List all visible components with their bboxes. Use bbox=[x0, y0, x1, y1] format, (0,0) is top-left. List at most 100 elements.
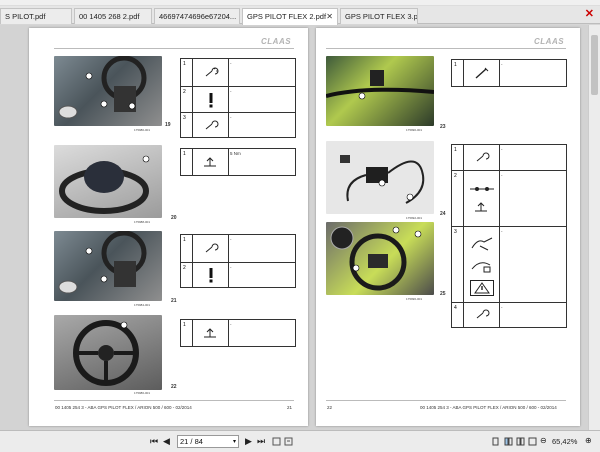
page-input-value: 21 / 84 bbox=[180, 437, 203, 446]
row-number: 2 bbox=[452, 171, 464, 226]
row-text: - bbox=[501, 305, 503, 310]
pdf-viewer-window: S PILOT.pdf 00 1405 268 2.pdf 4669747469… bbox=[0, 0, 600, 452]
tighten-icon bbox=[193, 235, 229, 262]
step-number: 25 bbox=[440, 291, 446, 297]
next-page-icon[interactable]: ▶ bbox=[245, 436, 252, 447]
first-page-icon[interactable]: ⏮ bbox=[150, 436, 158, 447]
tab-46697474[interactable]: 46697474696e67204... bbox=[154, 8, 240, 24]
row-text: 5 Nm bbox=[230, 151, 241, 156]
row-text: - bbox=[230, 89, 232, 94]
row-text: - bbox=[501, 173, 503, 178]
table-row: 1- bbox=[181, 59, 295, 86]
tab-00-1405-268[interactable]: 00 1405 268 2.pdf bbox=[74, 8, 152, 24]
step-number: 24 bbox=[440, 211, 446, 217]
close-tab-icon[interactable]: ✕ bbox=[326, 9, 333, 24]
row-text: - bbox=[501, 62, 503, 67]
row-text: - bbox=[230, 115, 232, 120]
table-row: 2- bbox=[181, 86, 295, 112]
row-text: - bbox=[230, 237, 232, 242]
tighten-icon bbox=[464, 145, 500, 170]
table-row: 3- bbox=[452, 226, 566, 302]
tab-gps-pilot-flex-2[interactable]: GPS PILOT FLEX 2.pdf ✕ bbox=[242, 8, 338, 25]
last-page-icon[interactable]: ⏭ bbox=[257, 436, 265, 447]
zoom-level[interactable]: 65,42% bbox=[552, 437, 577, 446]
row-number: 3 bbox=[452, 227, 464, 302]
row-number: 1 bbox=[452, 60, 464, 86]
chevron-down-icon[interactable]: ▾ bbox=[233, 436, 236, 448]
scroll-thumb[interactable] bbox=[591, 35, 598, 95]
steering-wheel-photo bbox=[58, 231, 147, 294]
cab-steering-photo bbox=[330, 226, 422, 291]
zoom-in-icon[interactable]: ⊕ bbox=[585, 436, 592, 445]
tighten-icon bbox=[193, 113, 229, 138]
row-number: 2 bbox=[181, 87, 193, 112]
prev-page-icon[interactable]: ◀ bbox=[163, 436, 170, 447]
footer-rule bbox=[54, 400, 294, 401]
step-19-table: 1- 2- 3- bbox=[180, 58, 296, 138]
tab-s-pilot[interactable]: S PILOT.pdf bbox=[0, 8, 72, 24]
tighten-icon bbox=[193, 59, 229, 86]
image-caption: 175984-001 bbox=[134, 303, 151, 307]
hand-connect-icon bbox=[464, 227, 500, 302]
table-row: 3- bbox=[181, 112, 295, 138]
row-text: - bbox=[501, 147, 503, 152]
page-number: 22 bbox=[327, 405, 333, 410]
row-number: 2 bbox=[181, 263, 193, 287]
table-row: 1- bbox=[181, 320, 295, 346]
page-number-input[interactable]: 21 / 84 ▾ bbox=[177, 435, 239, 448]
image-caption: 175988-001 bbox=[134, 220, 151, 224]
table-row: 2- bbox=[181, 262, 295, 287]
row-text: - bbox=[230, 61, 232, 66]
bottom-toolbar: ⏮ ◀ 21 / 84 ▾ ▶ ⏭ ⊖ 65,42% ⊕ bbox=[0, 430, 600, 452]
claas-logo: CLAAS bbox=[261, 37, 292, 46]
table-row: 1- bbox=[452, 145, 566, 170]
step-number: 23 bbox=[440, 124, 446, 130]
table-row: 1 5 Nm bbox=[181, 149, 295, 175]
table-row: 1- bbox=[181, 235, 295, 262]
row-text: - bbox=[230, 322, 232, 327]
forward-view-icon[interactable] bbox=[284, 437, 293, 446]
two-page-icon[interactable] bbox=[516, 437, 525, 446]
step-24-image bbox=[326, 141, 434, 214]
step-number: 21 bbox=[171, 298, 177, 304]
document-area[interactable]: CLAAS 175980-001 19 1- 2- 3- 175988-001 … bbox=[0, 25, 600, 430]
back-view-icon[interactable] bbox=[272, 437, 281, 446]
warning-icon bbox=[193, 87, 229, 112]
step-22-table: 1- bbox=[180, 319, 296, 347]
caution-triangle-icon bbox=[469, 279, 494, 296]
continuous-page-icon[interactable] bbox=[504, 437, 513, 446]
zoom-out-icon[interactable]: ⊖ bbox=[540, 436, 547, 445]
step-number: 22 bbox=[171, 384, 177, 390]
footer-rule bbox=[326, 400, 566, 401]
row-number: 1 bbox=[452, 145, 464, 170]
cab-photo bbox=[326, 70, 434, 100]
tab-label: 00 1405 268 2.pdf bbox=[79, 12, 140, 21]
step-21-table: 1- 2- bbox=[180, 234, 296, 288]
step-22-image bbox=[54, 315, 162, 390]
step-20-image bbox=[54, 145, 162, 218]
step-19-image bbox=[54, 56, 162, 126]
steering-wheel-photo bbox=[58, 56, 147, 119]
tab-gps-pilot-flex-3[interactable]: GPS PILOT FLEX 3.pdf bbox=[340, 8, 418, 24]
warning-icon bbox=[193, 263, 229, 287]
torque-wrench-icon bbox=[474, 201, 487, 211]
header-rule bbox=[54, 48, 294, 49]
row-number: 4 bbox=[452, 303, 464, 327]
step-21-image bbox=[54, 231, 162, 301]
step-23-table: 1- bbox=[451, 59, 567, 87]
hand-tool-icon bbox=[464, 60, 500, 86]
row-number: 1 bbox=[181, 149, 193, 175]
table-row: 4- bbox=[452, 302, 566, 327]
page-22: CLAAS 175990-001 23 1- 175992-001 24 1- … bbox=[316, 28, 580, 426]
tab-label: S PILOT.pdf bbox=[5, 12, 46, 21]
cable-harness-photo bbox=[340, 155, 425, 204]
two-page-continuous-icon[interactable] bbox=[528, 437, 537, 446]
single-page-icon[interactable] bbox=[491, 437, 500, 446]
vertical-scrollbar[interactable] bbox=[588, 25, 600, 430]
steering-wheel-photo bbox=[73, 320, 139, 386]
tab-bar: S PILOT.pdf 00 1405 268 2.pdf 4669747469… bbox=[0, 6, 600, 25]
row-number: 3 bbox=[181, 113, 193, 138]
image-caption: 175996-001 bbox=[406, 297, 423, 301]
close-icon[interactable]: ✕ bbox=[585, 7, 594, 20]
step-number: 20 bbox=[171, 215, 177, 221]
